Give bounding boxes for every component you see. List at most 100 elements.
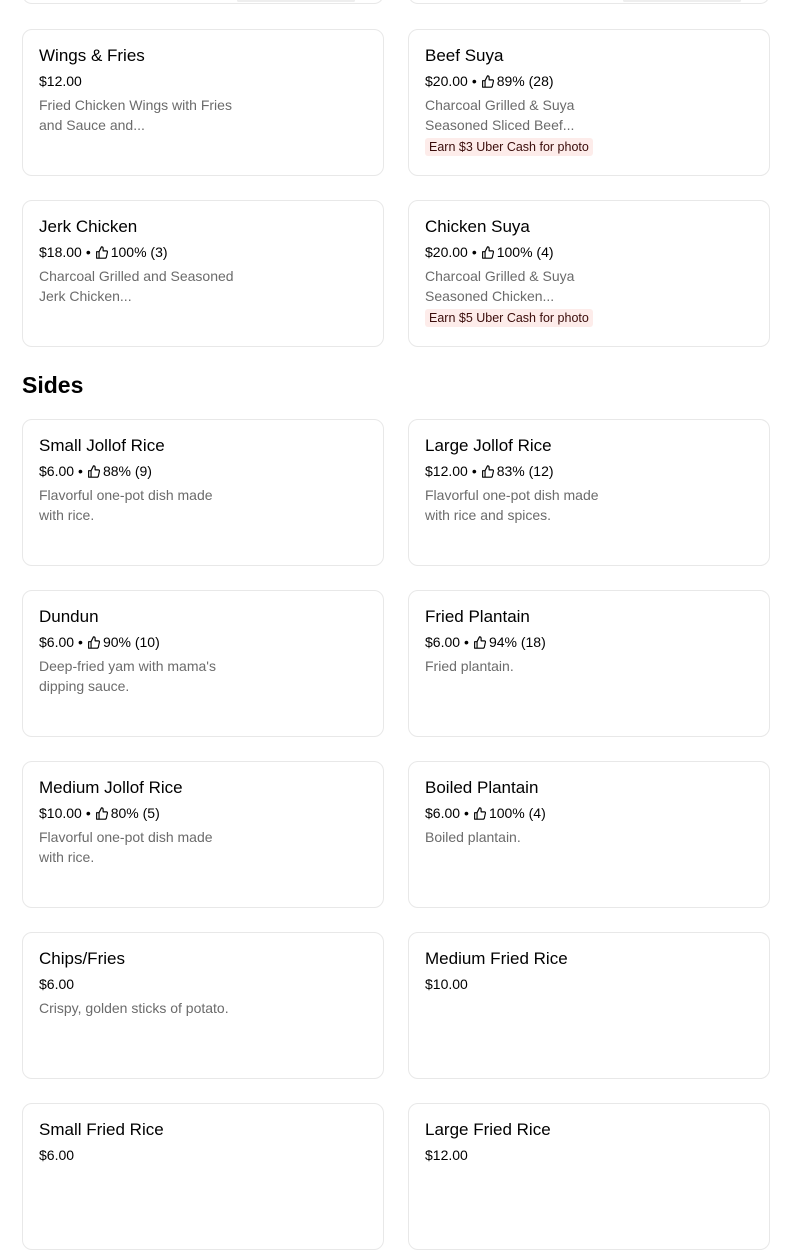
menu-item-card[interactable]: Small Fried Rice $6.00 xyxy=(22,1103,384,1250)
item-rating: 88% (9) xyxy=(102,463,152,479)
menu-item-card[interactable]: Wings & Fries $12.00 Fried Chicken Wings… xyxy=(22,29,384,176)
item-rating: 89% (28) xyxy=(496,73,554,89)
menu-item-card[interactable]: Chicken Suya $20.00 • 100% (4) Charcoal … xyxy=(408,200,770,347)
item-description: Crispy, golden sticks of potato. xyxy=(39,1000,229,1016)
item-description: Flavorful one-pot dish made with rice. xyxy=(39,487,213,523)
item-meta: $12.00 xyxy=(39,73,82,89)
item-rating: 83% (12) xyxy=(496,463,554,479)
item-name: Fried Plantain xyxy=(425,607,530,626)
item-price: $10.00 xyxy=(39,805,82,821)
thumbs-up-icon xyxy=(88,635,100,649)
thumbs-up-icon xyxy=(88,464,100,478)
menu-item-card[interactable]: Boiled Plantain $6.00 • 100% (4) Boiled … xyxy=(408,761,770,908)
item-meta: $12.00 • 83% (12) xyxy=(425,463,554,479)
item-price: $12.00 xyxy=(425,1147,468,1163)
item-name: Large Jollof Rice xyxy=(425,436,552,455)
item-name: Dundun xyxy=(39,607,99,626)
section-title: Sides xyxy=(22,372,84,398)
item-price: $6.00 xyxy=(39,463,75,479)
item-meta: $6.00 • 90% (10) xyxy=(39,634,160,650)
separator: • xyxy=(85,805,91,821)
separator: • xyxy=(471,73,477,89)
item-meta: $6.00 • 88% (9) xyxy=(39,463,152,479)
promo-badge: Earn $3 Uber Cash for photo xyxy=(425,138,593,156)
item-description: Boiled plantain. xyxy=(425,829,521,845)
item-price: $6.00 xyxy=(425,634,461,650)
separator: • xyxy=(464,805,469,821)
separator: • xyxy=(464,634,469,650)
menu-item-card[interactable]: Chips/Fries $6.00 Crispy, golden sticks … xyxy=(22,932,384,1079)
item-meta: $6.00 • 94% (18) xyxy=(425,634,546,650)
item-rating: 80% (5) xyxy=(110,805,160,821)
item-rating: 94% (18) xyxy=(488,634,546,650)
item-meta: $6.00 • 100% (4) xyxy=(425,805,546,821)
menu-item-card-partial[interactable] xyxy=(408,0,770,4)
menu-item-card[interactable]: Medium Jollof Rice $10.00 • 80% (5) Flav… xyxy=(22,761,384,908)
separator: • xyxy=(471,244,477,260)
menu-item-card[interactable]: Fried Plantain $6.00 • 94% (18) Fried pl… xyxy=(408,590,770,737)
separator: • xyxy=(85,244,91,260)
thumbs-up-icon xyxy=(481,464,494,478)
item-description: Deep-fried yam with mama's dipping sauce… xyxy=(39,658,216,694)
separator: • xyxy=(471,463,477,479)
item-price: $18.00 xyxy=(39,244,82,260)
item-description: Charcoal Grilled & Suya Seasoned Chicken… xyxy=(425,268,575,304)
item-name: Medium Jollof Rice xyxy=(39,778,183,797)
menu-item-card[interactable]: Dundun $6.00 • 90% (10) Deep-fried yam w… xyxy=(22,590,384,737)
item-name: Medium Fried Rice xyxy=(425,949,568,968)
item-price: $12.00 xyxy=(39,73,82,89)
item-description: Charcoal Grilled and Seasoned Jerk Chick… xyxy=(39,268,234,304)
promo-badge: Earn $5 Uber Cash for photo xyxy=(425,309,593,327)
item-price: $20.00 xyxy=(425,244,468,260)
item-meta: $20.00 • 89% (28) xyxy=(425,73,554,89)
item-meta: $6.00 xyxy=(39,1147,74,1163)
item-name: Chips/Fries xyxy=(39,949,125,968)
item-name: Boiled Plantain xyxy=(425,778,539,797)
item-price: $6.00 xyxy=(39,1147,75,1163)
item-price: $12.00 xyxy=(425,463,468,479)
item-meta: $12.00 xyxy=(425,1147,468,1163)
menu-item-card[interactable]: Beef Suya $20.00 • 89% (28) Charcoal Gri… xyxy=(408,29,770,176)
separator: • xyxy=(78,463,83,479)
item-name: Wings & Fries xyxy=(39,46,145,65)
item-rating: 90% (10) xyxy=(102,634,160,650)
item-name: Jerk Chicken xyxy=(39,217,138,236)
item-name: Small Fried Rice xyxy=(39,1120,164,1139)
thumbs-up-icon xyxy=(474,635,486,649)
item-price: $10.00 xyxy=(425,976,468,992)
item-rating: 100% (3) xyxy=(110,244,168,260)
item-rating: 100% (4) xyxy=(496,244,554,260)
item-name: Beef Suya xyxy=(425,46,504,65)
separator: • xyxy=(78,634,83,650)
menu-item-card-partial[interactable] xyxy=(22,0,384,4)
thumbs-up-icon xyxy=(95,806,108,820)
thumbs-up-icon xyxy=(474,806,486,820)
item-meta: $6.00 xyxy=(39,976,74,992)
thumbs-up-icon xyxy=(95,245,108,259)
item-price: $6.00 xyxy=(39,634,75,650)
card-edge xyxy=(237,0,355,2)
menu-item-card[interactable]: Jerk Chicken $18.00 • 100% (3) Charcoal … xyxy=(22,200,384,347)
item-meta: $18.00 • 100% (3) xyxy=(39,244,168,260)
thumbs-up-icon xyxy=(481,245,494,259)
card-edge xyxy=(623,0,741,2)
item-description: Fried Chicken Wings with Fries and Sauce… xyxy=(39,97,232,133)
item-price: $6.00 xyxy=(39,976,75,992)
menu-item-card[interactable]: Medium Fried Rice $10.00 xyxy=(408,932,770,1079)
item-description: Flavorful one-pot dish made with rice an… xyxy=(425,487,599,523)
menu-item-card[interactable]: Large Fried Rice $12.00 xyxy=(408,1103,770,1250)
item-description: Charcoal Grilled & Suya Seasoned Sliced … xyxy=(425,97,575,133)
item-meta: $10.00 • 80% (5) xyxy=(39,805,160,821)
menu-item-card[interactable]: Small Jollof Rice $6.00 • 88% (9) Flavor… xyxy=(22,419,384,566)
item-name: Large Fried Rice xyxy=(425,1120,551,1139)
item-price: $20.00 xyxy=(425,73,468,89)
item-name: Chicken Suya xyxy=(425,217,530,236)
item-rating: 100% (4) xyxy=(488,805,546,821)
item-price: $6.00 xyxy=(425,805,461,821)
item-name: Small Jollof Rice xyxy=(39,436,165,455)
menu-item-card[interactable]: Large Jollof Rice $12.00 • 83% (12) Flav… xyxy=(408,419,770,566)
thumbs-up-icon xyxy=(481,74,494,88)
item-description: Fried plantain. xyxy=(425,658,514,674)
item-meta: $10.00 xyxy=(425,976,468,992)
item-description: Flavorful one-pot dish made with rice. xyxy=(39,829,213,865)
